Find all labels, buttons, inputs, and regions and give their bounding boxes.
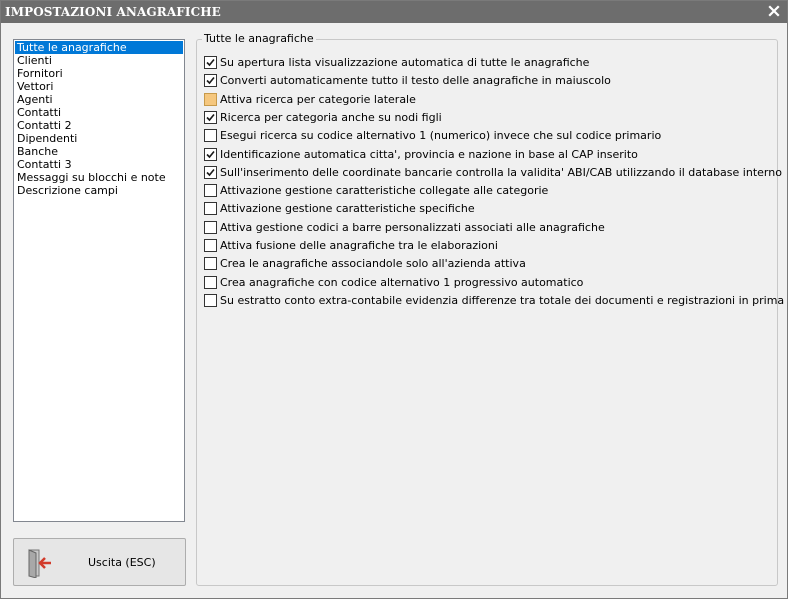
list-item[interactable]: Dipendenti (15, 132, 183, 145)
list-item[interactable]: Contatti (15, 106, 183, 119)
option-label: Attiva ricerca per categorie laterale (220, 93, 416, 106)
option-label: Esegui ricerca su codice alternativo 1 (… (220, 129, 662, 142)
list-item[interactable]: Vettori (15, 80, 183, 93)
checkbox-box[interactable] (204, 276, 217, 289)
checkmark-icon[interactable] (204, 148, 217, 161)
checkmark-icon[interactable] (204, 56, 217, 69)
option-label: Converti automaticamente tutto il testo … (220, 74, 611, 87)
checkbox-box[interactable] (204, 184, 217, 197)
option-label: Ricerca per categoria anche su nodi figl… (220, 111, 442, 124)
checkmark-icon[interactable] (204, 111, 217, 124)
checkbox-box[interactable] (204, 294, 217, 307)
list-item[interactable]: Messaggi su blocchi e note (15, 171, 183, 184)
checkbox-box[interactable] (204, 129, 217, 142)
option-label: Attiva fusione delle anagrafiche tra le … (220, 239, 498, 252)
checkmark-icon[interactable] (204, 166, 217, 179)
option-label: Su apertura lista visualizzazione automa… (220, 56, 590, 69)
exit-button-label: Uscita (ESC) (88, 556, 156, 569)
checkbox-box[interactable] (204, 202, 217, 215)
list-item[interactable]: Descrizione campi (15, 184, 183, 197)
list-item[interactable]: Agenti (15, 93, 183, 106)
checkbox-box[interactable] (204, 239, 217, 252)
exit-door-icon (28, 549, 51, 578)
title-bar[interactable]: IMPOSTAZIONI ANAGRAFICHE (1, 1, 787, 23)
list-item[interactable]: Banche (15, 145, 183, 158)
option-label: Sull'inserimento delle coordinate bancar… (220, 166, 782, 179)
option-label: Su estratto conto extra-contabile eviden… (220, 294, 788, 307)
checkmark-icon[interactable] (204, 74, 217, 87)
close-icon[interactable] (767, 4, 781, 18)
option-label: Crea le anagrafiche associandole solo al… (220, 257, 526, 270)
list-item[interactable]: Clienti (15, 54, 183, 67)
group-legend: Tutte le anagrafiche (202, 32, 316, 45)
checkbox-box[interactable] (204, 221, 217, 234)
list-item[interactable]: Contatti 3 (15, 158, 183, 171)
option-label: Attivazione gestione caratteristiche col… (220, 184, 549, 197)
list-item[interactable]: Contatti 2 (15, 119, 183, 132)
option-label: Attivazione gestione caratteristiche spe… (220, 202, 475, 215)
option-label: Identificazione automatica citta', provi… (220, 148, 638, 161)
checkbox-box[interactable] (204, 93, 217, 106)
option-label: Crea anagrafiche con codice alternativo … (220, 276, 584, 289)
window-title: IMPOSTAZIONI ANAGRAFICHE (5, 5, 221, 19)
checkbox-box[interactable] (204, 257, 217, 270)
option-label: Attiva gestione codici a barre personali… (220, 221, 605, 234)
list-item[interactable]: Tutte le anagrafiche (15, 41, 183, 54)
list-item[interactable]: Fornitori (15, 67, 183, 80)
exit-button[interactable]: Uscita (ESC) (13, 538, 186, 586)
category-list[interactable]: Tutte le anagrafiche Clienti Fornitori V… (13, 39, 185, 522)
settings-window: IMPOSTAZIONI ANAGRAFICHE Tutte le anagra… (0, 0, 788, 599)
